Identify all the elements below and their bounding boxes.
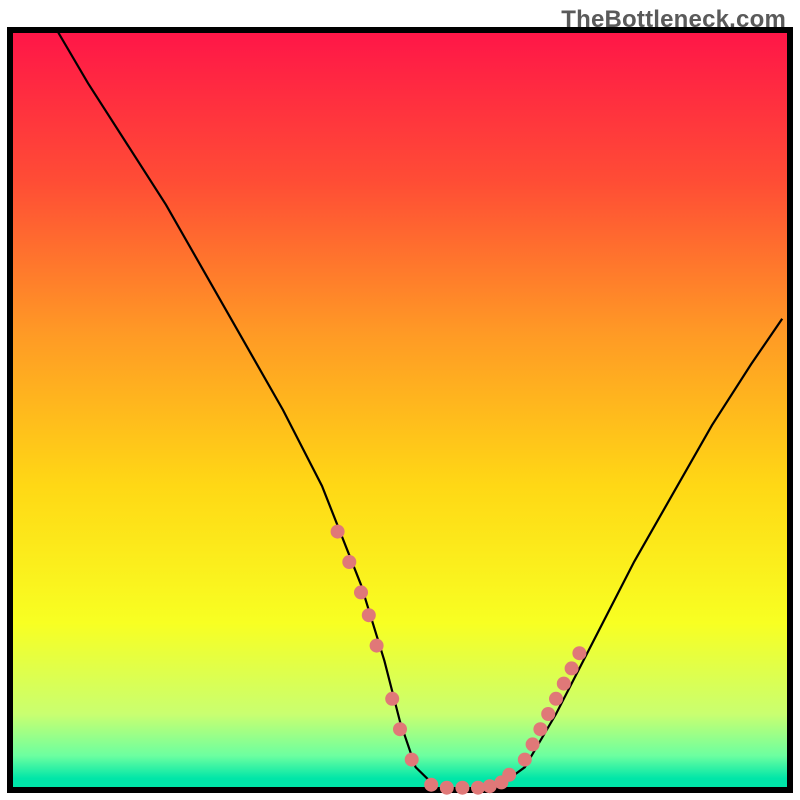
highlight-dot — [342, 555, 356, 569]
watermark-text: TheBottleneck.com — [561, 6, 786, 34]
bottleneck-chart — [0, 0, 800, 800]
highlight-dot — [385, 692, 399, 706]
highlight-dot — [502, 768, 516, 782]
highlight-dot — [455, 781, 469, 795]
highlight-dot — [405, 753, 419, 767]
highlight-dot — [541, 707, 555, 721]
highlight-dot — [354, 585, 368, 599]
highlight-dot — [440, 781, 454, 795]
highlight-dot — [557, 677, 571, 691]
highlight-dot — [533, 722, 547, 736]
highlight-dot — [393, 722, 407, 736]
highlight-dot — [549, 692, 563, 706]
chart-container: TheBottleneck.com — [0, 0, 800, 800]
highlight-dot — [526, 737, 540, 751]
highlight-dot — [331, 525, 345, 539]
highlight-dot — [362, 608, 376, 622]
highlight-dot — [518, 753, 532, 767]
highlight-dot — [424, 778, 438, 792]
highlight-dot — [370, 639, 384, 653]
highlight-dot — [565, 661, 579, 675]
highlight-dot — [572, 646, 586, 660]
